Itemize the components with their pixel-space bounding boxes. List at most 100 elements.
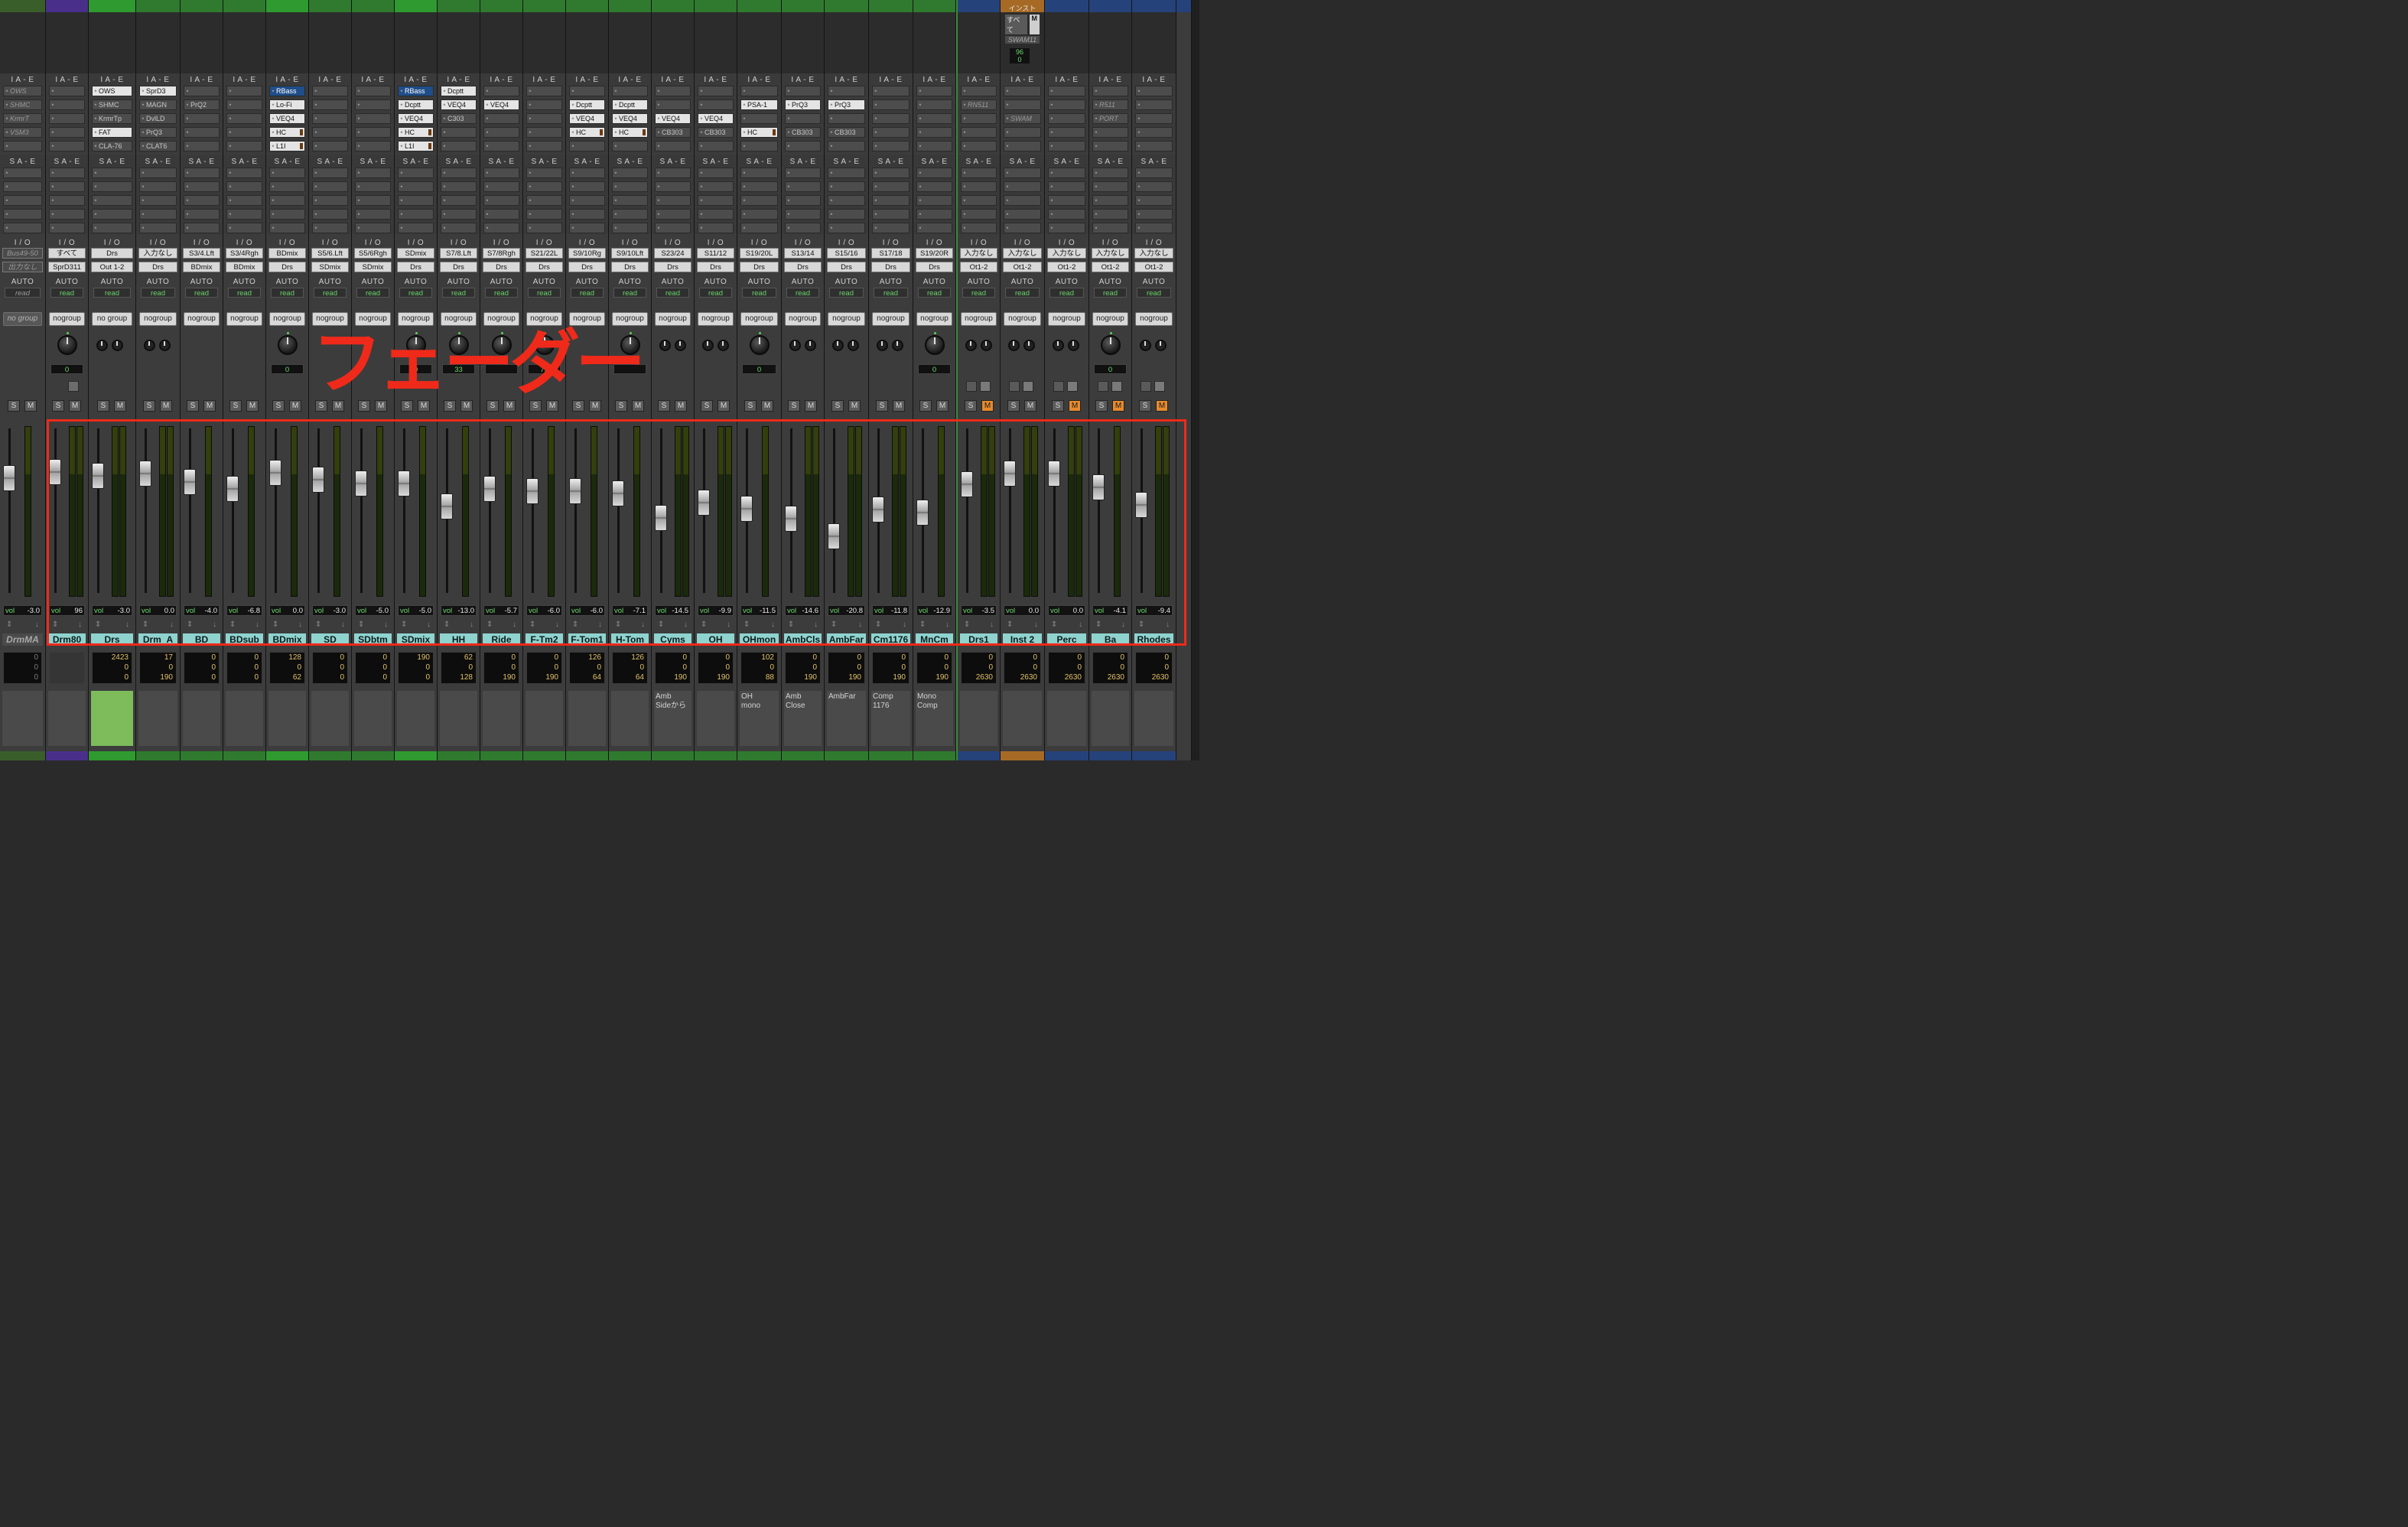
- send-slot[interactable]: •: [828, 223, 865, 233]
- volume-readout[interactable]: vol -14.5: [655, 605, 691, 616]
- output-selector[interactable]: Drs: [568, 262, 606, 272]
- volume-readout[interactable]: vol -6.8: [226, 605, 262, 616]
- track-name[interactable]: AmbCls: [784, 633, 822, 646]
- fader-cap[interactable]: [1092, 474, 1105, 500]
- insert-slot[interactable]: •: [1004, 141, 1041, 151]
- volume-readout[interactable]: vol -13.0: [441, 605, 477, 616]
- track-comment[interactable]: [354, 691, 392, 746]
- input-selector[interactable]: 入力なし: [1047, 248, 1086, 259]
- output-selector[interactable]: Ot1-2: [1003, 262, 1042, 272]
- send-slot[interactable]: •: [92, 223, 132, 233]
- down-arrow-icon[interactable]: ↓: [598, 620, 602, 629]
- insert-slot[interactable]: • PrQ2: [184, 99, 220, 110]
- send-slot[interactable]: •: [226, 168, 262, 178]
- fader-cap[interactable]: [785, 506, 797, 532]
- automation-mode-selector[interactable]: read: [699, 288, 732, 298]
- insert-slot[interactable]: •: [49, 141, 85, 151]
- track-name[interactable]: SDbtm: [354, 633, 392, 646]
- send-slot[interactable]: •: [1048, 181, 1085, 192]
- fader-cap[interactable]: [612, 480, 624, 506]
- instrument-plugin[interactable]: SWAM11: [1005, 36, 1040, 44]
- automation-mode-selector[interactable]: read: [918, 288, 951, 298]
- send-slot[interactable]: •: [139, 168, 177, 178]
- mute-button[interactable]: M: [805, 400, 817, 412]
- fader-cap[interactable]: [355, 470, 367, 497]
- send-slot[interactable]: •: [226, 223, 262, 233]
- down-arrow-icon[interactable]: ↓: [555, 620, 559, 629]
- send-slot[interactable]: •: [49, 195, 85, 206]
- output-selector[interactable]: Drs: [611, 262, 649, 272]
- insert-slot[interactable]: •: [312, 113, 348, 124]
- insert-slot[interactable]: •: [612, 141, 648, 151]
- solo-button[interactable]: S: [97, 400, 109, 412]
- insert-slot[interactable]: • Dcptt: [398, 99, 434, 110]
- pan-left-knob[interactable]: [1008, 340, 1020, 351]
- output-selector[interactable]: Drs: [397, 262, 434, 272]
- insert-slot[interactable]: • MAGN: [139, 99, 177, 110]
- track-comment[interactable]: [568, 691, 606, 746]
- insert-slot[interactable]: •: [441, 127, 477, 138]
- automation-mode-selector[interactable]: read: [185, 288, 218, 298]
- send-slot[interactable]: •: [355, 195, 391, 206]
- insert-slot[interactable]: • VEQ4: [441, 99, 477, 110]
- track-comment[interactable]: Mono Comp: [916, 691, 953, 746]
- output-selector[interactable]: Drs: [871, 262, 910, 272]
- solo-button[interactable]: S: [788, 400, 800, 412]
- fader-cap[interactable]: [398, 470, 410, 497]
- insert-slot[interactable]: • CLAT6: [139, 141, 177, 151]
- insert-slot[interactable]: •: [698, 141, 734, 151]
- fader-cap[interactable]: [655, 505, 667, 531]
- insert-slot[interactable]: •: [483, 141, 519, 151]
- fader-cap[interactable]: [872, 497, 884, 523]
- volume-readout[interactable]: vol -12.9: [916, 605, 952, 616]
- pan-right-knob[interactable]: [981, 340, 992, 351]
- send-slot[interactable]: •: [612, 223, 648, 233]
- up-down-arrow-icon[interactable]: ⇕: [1095, 620, 1101, 629]
- input-selector[interactable]: 入力なし: [1092, 248, 1129, 259]
- insert-slot[interactable]: •: [1004, 127, 1041, 138]
- send-slot[interactable]: •: [569, 168, 605, 178]
- up-down-arrow-icon[interactable]: ⇕: [964, 620, 970, 629]
- down-arrow-icon[interactable]: ↓: [684, 620, 688, 629]
- volume-readout[interactable]: vol -3.5: [961, 605, 997, 616]
- fader-cap[interactable]: [698, 490, 710, 516]
- send-slot[interactable]: •: [483, 168, 519, 178]
- volume-readout[interactable]: vol -6.0: [526, 605, 562, 616]
- output-selector[interactable]: Drs: [916, 262, 953, 272]
- insert-slot[interactable]: •: [785, 141, 821, 151]
- pan-knob[interactable]: [57, 332, 77, 355]
- fader-cap[interactable]: [49, 459, 61, 485]
- insert-slot[interactable]: •: [1048, 113, 1085, 124]
- send-slot[interactable]: •: [916, 168, 952, 178]
- track-name[interactable]: Drm80: [48, 633, 86, 646]
- insert-slot[interactable]: • CB303: [698, 127, 734, 138]
- send-slot[interactable]: •: [184, 181, 220, 192]
- mute-button[interactable]: M: [848, 400, 861, 412]
- send-slot[interactable]: •: [483, 195, 519, 206]
- pan-left-knob[interactable]: [96, 340, 108, 351]
- insert-slot[interactable]: • Lo-Fi: [269, 99, 305, 110]
- insert-slot[interactable]: • SHMC: [3, 99, 42, 110]
- send-slot[interactable]: •: [139, 181, 177, 192]
- insert-slot[interactable]: •: [441, 141, 477, 151]
- pan-right-knob[interactable]: [718, 340, 729, 351]
- up-down-arrow-icon[interactable]: ⇕: [572, 620, 578, 629]
- track-comment[interactable]: [1134, 691, 1173, 746]
- down-arrow-icon[interactable]: ↓: [427, 620, 431, 629]
- send-slot[interactable]: •: [269, 168, 305, 178]
- insert-slot[interactable]: •: [872, 86, 910, 96]
- send-slot[interactable]: •: [612, 181, 648, 192]
- send-slot[interactable]: •: [612, 209, 648, 220]
- automation-mode-selector[interactable]: read: [1137, 288, 1171, 298]
- up-down-arrow-icon[interactable]: ⇕: [486, 620, 493, 629]
- group-selector[interactable]: nogroup: [269, 312, 305, 326]
- volume-readout[interactable]: vol -11.5: [740, 605, 778, 616]
- insert-slot[interactable]: • SHMC: [92, 99, 132, 110]
- output-selector[interactable]: SDmix: [311, 262, 349, 272]
- automation-mode-selector[interactable]: read: [93, 288, 131, 298]
- group-selector[interactable]: nogroup: [698, 312, 734, 326]
- insert-slot[interactable]: • HC: [569, 127, 605, 138]
- insert-slot[interactable]: •: [569, 86, 605, 96]
- send-slot[interactable]: •: [828, 181, 865, 192]
- down-arrow-icon[interactable]: ↓: [1121, 620, 1125, 629]
